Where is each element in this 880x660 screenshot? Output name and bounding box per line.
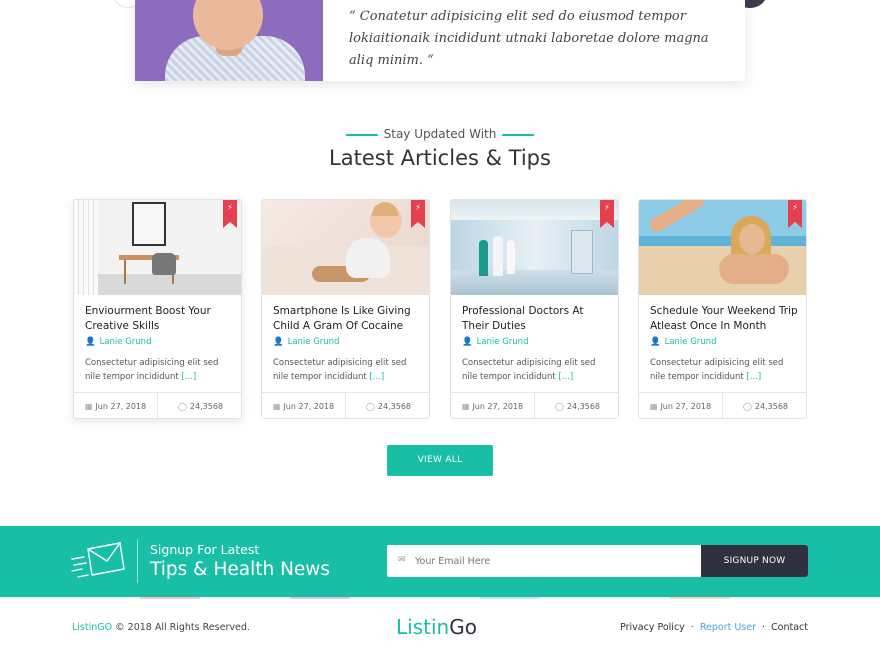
article-cards: ⚡ Enviourment Boost Your Creative Skills… [73,199,808,419]
article-title[interactable]: Smartphone Is Like Giving Child A Gram O… [273,304,423,334]
view-all-button[interactable]: VIEW ALL [387,445,493,476]
footer-link-report[interactable]: Report User [700,622,756,633]
date-text: Jun 27, 2018 [283,402,335,411]
newsletter-band: Signup For Latest Tips & Health News ✉ S… [0,526,880,597]
bookmark-icon[interactable]: ⚡ [600,200,614,228]
article-card[interactable]: ⚡ Schedule Your Weekend Trip Atleast Onc… [638,199,807,419]
article-author[interactable]: 👤 Lanie Grund [85,337,151,347]
article-date: ▦ Jun 27, 2018 [262,393,346,418]
comment-count: 24,3568 [566,402,601,411]
article-excerpt: Consectetur adipisicing elit sed nile te… [273,356,423,384]
calendar-icon: ▦ [84,402,93,411]
section-title: Latest Articles & Tips [329,146,551,170]
kicker-line-right [502,133,535,136]
comment-count: 24,3568 [377,402,412,411]
article-comments[interactable]: ◯ 24,3568 [723,393,806,418]
article-excerpt: Consectetur adipisicing elit sed nile te… [85,356,235,384]
article-comments[interactable]: ◯ 24,3568 [535,393,618,418]
date-text: Jun 27, 2018 [660,402,712,411]
copyright: ListinGO © 2018 All Rights Reserved. [72,622,250,633]
article-excerpt: Consectetur adipisicing elit sed nile te… [462,356,612,384]
read-more-link[interactable]: [...] [369,372,384,382]
read-more-link[interactable]: [...] [746,372,761,382]
comment-icon: ◯ [742,402,752,411]
article-comments[interactable]: ◯ 24,3568 [346,393,429,418]
author-name[interactable]: Lanie Grund [665,337,717,347]
link-separator: · [690,622,694,633]
link-separator: · [762,622,766,633]
calendar-icon: ▦ [272,402,281,411]
newsletter-kicker: Signup For Latest [150,542,260,557]
excerpt-text: Consectetur adipisicing elit sed nile te… [462,358,596,382]
user-icon: 👤 [85,337,96,347]
article-excerpt: Consectetur adipisicing elit sed nile te… [650,356,800,384]
calendar-icon: ▦ [649,402,658,411]
envelope-icon: ✉ [398,555,406,565]
article-date: ▦ Jun 27, 2018 [451,393,535,418]
logo-part1: Listin [396,615,450,639]
testimonial-photo [135,0,323,81]
bookmark-icon[interactable]: ⚡ [223,200,237,228]
excerpt-text: Consectetur adipisicing elit sed nile te… [650,358,784,382]
read-more-link[interactable]: [...] [181,372,196,382]
comment-icon: ◯ [177,402,187,411]
article-title[interactable]: Enviourment Boost Your Creative Skills [85,304,235,334]
article-image[interactable]: ⚡ [262,200,429,295]
article-date: ▦ Jun 27, 2018 [74,393,158,418]
author-name[interactable]: Lanie Grund [288,337,340,347]
read-more-link[interactable]: [...] [558,372,573,382]
copyright-text: © 2018 All Rights Reserved. [112,622,250,633]
article-card[interactable]: ⚡ Enviourment Boost Your Creative Skills… [73,199,242,419]
article-title[interactable]: Professional Doctors At Their Duties [462,304,612,334]
site-logo[interactable]: ListinGo [396,615,477,639]
bookmark-icon[interactable]: ⚡ [788,200,802,228]
comment-count: 24,3568 [754,402,789,411]
excerpt-text: Consectetur adipisicing elit sed nile te… [85,358,219,382]
section-kicker-text: Stay Updated With [383,127,497,141]
article-date: ▦ Jun 27, 2018 [639,393,723,418]
newsletter-title: Tips & Health News [150,559,331,580]
article-image[interactable]: ⚡ [639,200,806,295]
article-comments[interactable]: ◯ 24,3568 [158,393,241,418]
kicker-line-left [345,133,378,136]
comment-icon: ◯ [365,402,375,411]
comment-icon: ◯ [554,402,564,411]
excerpt-text: Consectetur adipisicing elit sed nile te… [273,358,407,382]
logo-part2: Go [449,615,477,639]
mail-icon [71,542,125,578]
email-input[interactable] [387,545,701,577]
article-meta: ▦ Jun 27, 2018 ◯ 24,3568 [262,392,429,418]
user-icon: 👤 [462,337,473,347]
footer-links: Privacy Policy · Report User · Contact [620,622,808,633]
color-strip [0,597,880,599]
footer-link-contact[interactable]: Contact [771,622,808,633]
testimonial-quote: “ Conatetur adipisicing elit sed do eius… [349,9,709,68]
testimonial-card: “ Conatetur adipisicing elit sed do eius… [135,0,745,81]
article-card[interactable]: ⚡ Professional Doctors At Their Duties 👤… [450,199,619,419]
newsletter-divider [137,539,138,583]
article-card[interactable]: ⚡ Smartphone Is Like Giving Child A Gram… [261,199,430,419]
author-name[interactable]: Lanie Grund [477,337,529,347]
section-kicker: Stay Updated With [0,127,880,141]
article-author[interactable]: 👤 Lanie Grund [650,337,716,347]
date-text: Jun 27, 2018 [472,402,524,411]
bookmark-icon[interactable]: ⚡ [411,200,425,228]
article-image[interactable]: ⚡ [74,200,241,295]
author-name[interactable]: Lanie Grund [100,337,152,347]
article-author[interactable]: 👤 Lanie Grund [462,337,528,347]
article-title[interactable]: Schedule Your Weekend Trip Atleast Once … [650,304,800,334]
article-author[interactable]: 👤 Lanie Grund [273,337,339,347]
article-meta: ▦ Jun 27, 2018 ◯ 24,3568 [451,392,618,418]
date-text: Jun 27, 2018 [95,402,147,411]
calendar-icon: ▦ [461,402,470,411]
article-meta: ▦ Jun 27, 2018 ◯ 24,3568 [74,392,241,418]
comment-count: 24,3568 [189,402,224,411]
article-image[interactable]: ⚡ [451,200,618,295]
user-icon: 👤 [650,337,661,347]
user-icon: 👤 [273,337,284,347]
footer-link-privacy[interactable]: Privacy Policy [620,622,685,633]
article-meta: ▦ Jun 27, 2018 ◯ 24,3568 [639,392,806,418]
copyright-brand[interactable]: ListinGO [72,622,112,633]
signup-button[interactable]: SIGNUP NOW [701,545,808,577]
